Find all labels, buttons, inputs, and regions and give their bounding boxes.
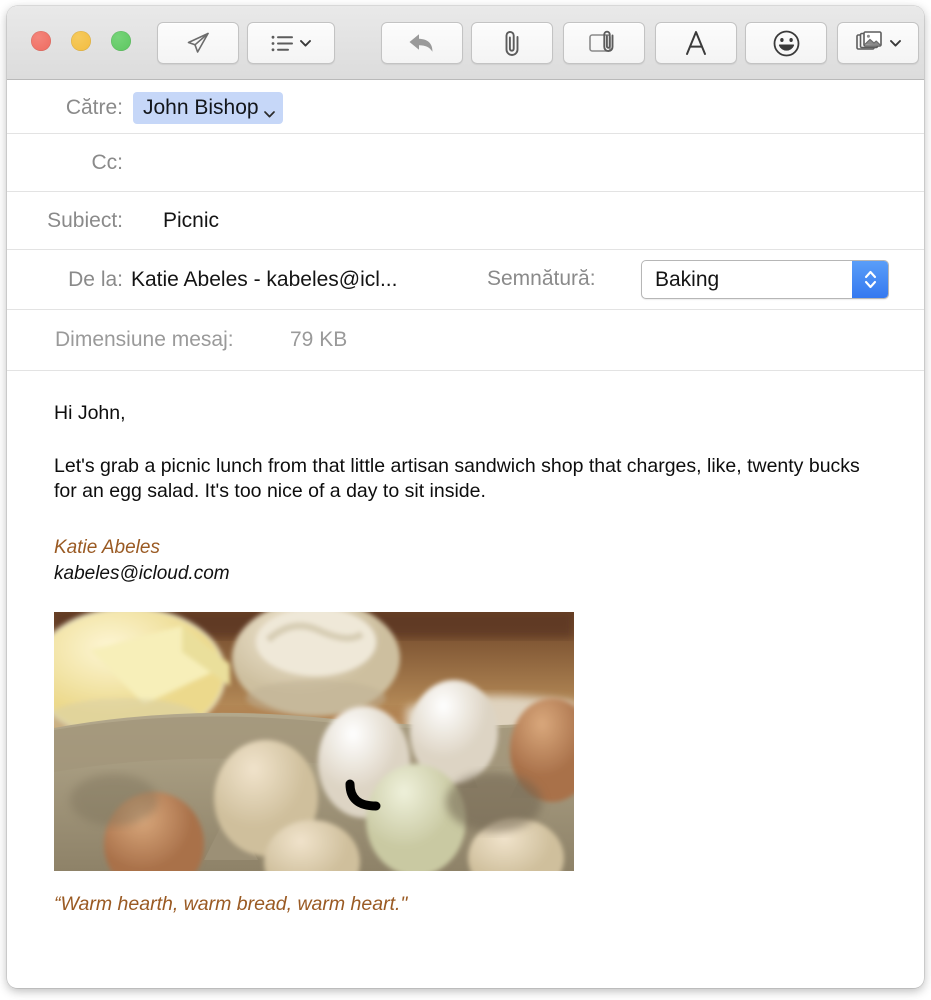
compose-window: Către: John Bishop Cc: Subiect: Picnic D… [7,6,924,988]
eggs-photo-image [54,612,574,872]
attach-button[interactable] [471,22,553,64]
subject-field-row[interactable]: Subiect: Picnic [7,192,924,250]
markup-attachment-icon [588,30,620,56]
signature-selected-value: Baking [655,267,720,291]
to-field-row[interactable]: Către: John Bishop [7,80,924,134]
subject-value: Picnic [163,209,220,232]
reply-button[interactable] [381,22,463,64]
font-a-icon [685,30,707,56]
message-size-row: Dimensiune mesaj: 79 KB [7,310,924,371]
minimize-window-button[interactable] [71,31,91,51]
cc-label: Cc: [91,151,124,174]
chevron-down-icon [889,39,901,47]
close-window-button[interactable] [31,31,51,51]
send-button[interactable] [157,22,239,64]
paperclip-icon [501,29,523,57]
cc-field-row[interactable]: Cc: [7,134,924,192]
photo-browser-button[interactable] [837,22,919,64]
format-button[interactable] [655,22,737,64]
updown-chevrons-icon[interactable] [852,261,888,298]
body-greeting: Hi John, [54,402,126,424]
window-toolbar [7,6,924,80]
from-label: De la: [68,268,123,291]
photos-icon [855,31,883,55]
list-icon [271,35,293,52]
signature-quote: “Warm hearth, warm bread, warm heart." [54,893,408,916]
emoji-button[interactable] [745,22,827,64]
to-label: Către: [65,96,123,119]
from-field-row[interactable]: De la: Katie Abeles - kabeles@icl... Sem… [7,250,924,310]
markup-button[interactable] [563,22,645,64]
message-size-value: 79 KB [290,328,348,351]
message-size-label: Dimensiune mesaj: [55,328,234,351]
chevron-down-icon[interactable] [263,105,275,117]
chevron-down-icon [300,39,311,47]
reply-arrow-icon [408,32,436,54]
signature-name: Katie Abeles [54,537,160,559]
zoom-window-button[interactable] [111,31,131,51]
signature-email: kabeles@icloud.com [54,562,230,584]
smiley-icon [773,30,800,57]
signature-label: Semnătură: [487,267,596,290]
signature-photo[interactable] [54,612,574,872]
paper-plane-icon [185,31,211,55]
signature-popup-button[interactable]: Baking [641,260,889,299]
header-fields-button[interactable] [247,22,335,64]
recipient-token-john-bishop[interactable]: John Bishop [133,92,283,124]
subject-label: Subiect: [47,209,123,232]
recipient-token-label: John Bishop [143,96,259,119]
from-value[interactable]: Katie Abeles - kabeles@icl... [131,268,397,292]
message-body[interactable]: Hi John, Let's grab a picnic lunch from … [7,371,924,917]
compose-headers: Către: John Bishop Cc: Subiect: Picnic D… [7,80,924,371]
body-paragraph: Let's grab a picnic lunch from that litt… [54,454,860,503]
